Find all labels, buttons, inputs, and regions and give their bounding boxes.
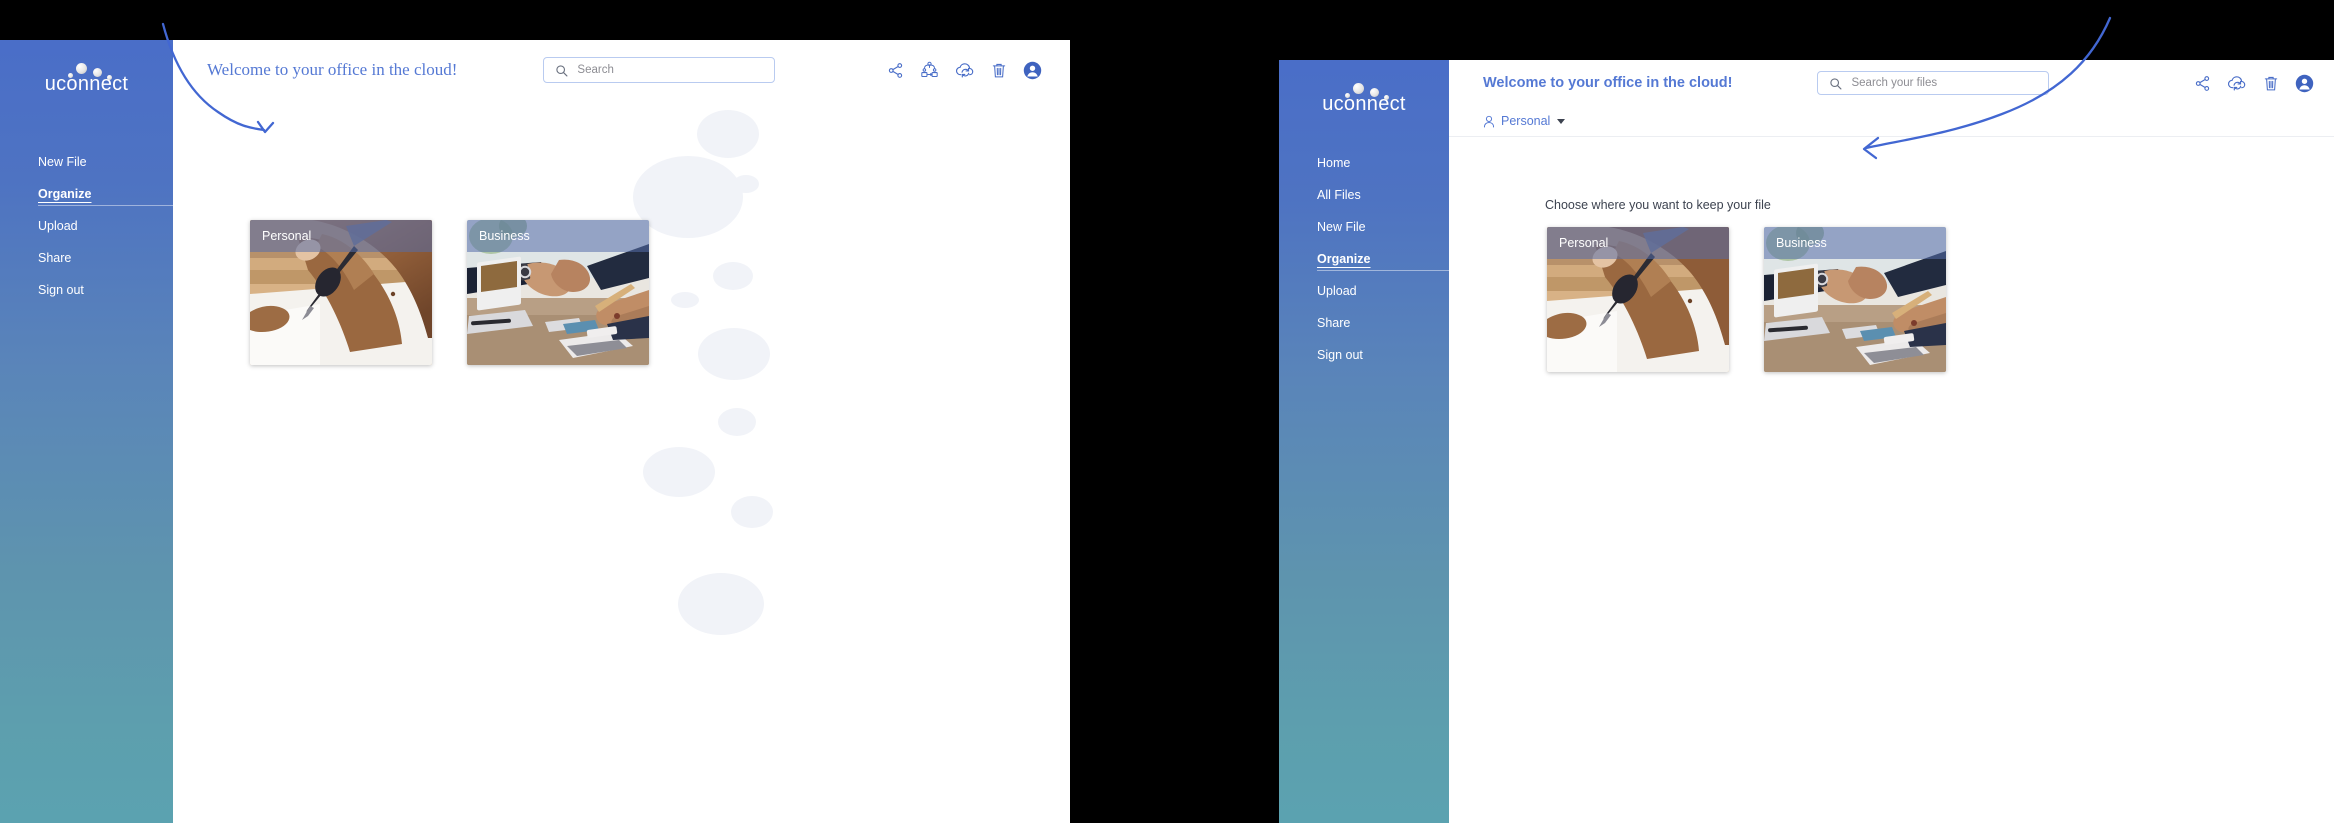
app-window-after: uconnect Home All Files New File Organiz… <box>1279 60 2334 823</box>
cloud-sync-icon[interactable] <box>955 62 975 79</box>
sidebar-item-upload[interactable]: Upload <box>1279 282 1449 302</box>
chevron-down-icon[interactable] <box>1557 118 1566 124</box>
share-icon[interactable] <box>2194 75 2211 92</box>
prompt-message: Choose where you want to keep your file <box>1545 198 1771 212</box>
trash-icon[interactable] <box>991 62 1007 79</box>
org-chart-icon[interactable] <box>920 61 939 79</box>
card-title-personal: Personal <box>262 229 312 243</box>
topbar-right: Welcome to your office in the cloud! Sea… <box>1449 60 2334 106</box>
search-input-right[interactable]: Search your files <box>1817 71 2050 95</box>
avatar-icon[interactable] <box>2295 74 2314 93</box>
sidebar-item-organize[interactable]: Organize <box>1279 250 1449 270</box>
main-left: Welcome to your office in the cloud! Sea… <box>173 40 1070 823</box>
decorative-bubbles <box>173 40 1070 823</box>
sidebar-item-share[interactable]: Share <box>0 249 173 269</box>
breadcrumb-label: Personal <box>1501 114 1551 128</box>
toolbar-icons-right <box>2194 74 2320 93</box>
main-right: Welcome to your office in the cloud! Sea… <box>1449 60 2334 823</box>
sidebar-item-new-file[interactable]: New File <box>0 153 173 173</box>
sidebar-item-sign-out[interactable]: Sign out <box>0 281 173 301</box>
search-placeholder-right: Search your files <box>1851 77 1938 89</box>
sidebar-item-share[interactable]: Share <box>1279 314 1449 334</box>
card-personal-left[interactable]: Personal <box>250 220 432 365</box>
card-banner-personal: Personal <box>250 220 432 252</box>
welcome-title-right: Welcome to your office in the cloud! <box>1483 75 1733 91</box>
card-banner-personal: Personal <box>1547 227 1729 259</box>
search-icon <box>1829 77 1842 90</box>
sidebar-nav-right: Home All Files New File Organize Upload … <box>1279 154 1449 366</box>
sidebar-right: uconnect Home All Files New File Organiz… <box>1279 60 1449 823</box>
sidebar-item-organize[interactable]: Organize <box>0 185 173 205</box>
card-business-right[interactable]: Business <box>1764 227 1946 372</box>
trash-icon[interactable] <box>2263 75 2279 92</box>
search-icon <box>555 64 568 77</box>
sidebar-item-all-files[interactable]: All Files <box>1279 186 1449 206</box>
cloud-sync-icon[interactable] <box>2227 75 2247 92</box>
avatar-icon[interactable] <box>1023 61 1042 80</box>
card-business-left[interactable]: Business <box>467 220 649 365</box>
toolbar-icons-left <box>887 61 1052 80</box>
topbar-left: Welcome to your office in the cloud! Sea… <box>173 40 1070 100</box>
sidebar-item-home[interactable]: Home <box>1279 154 1449 174</box>
logo-dots-icon <box>1318 82 1410 100</box>
sidebar-item-upload[interactable]: Upload <box>0 217 173 237</box>
card-title-business: Business <box>479 229 530 243</box>
card-title-business: Business <box>1776 236 1827 250</box>
sidebar-item-new-file[interactable]: New File <box>1279 218 1449 238</box>
brand-logo[interactable]: uconnect <box>0 40 173 95</box>
logo-dots-icon <box>41 62 133 80</box>
destination-cards-left: Personal Business <box>250 220 649 365</box>
person-icon <box>1483 115 1495 128</box>
share-icon[interactable] <box>887 62 904 79</box>
breadcrumb[interactable]: Personal <box>1449 106 2334 137</box>
sidebar-item-sign-out[interactable]: Sign out <box>1279 346 1449 366</box>
destination-cards-right: Personal Business <box>1547 227 1946 372</box>
sidebar-left: uconnect New File Organize Upload Share … <box>0 40 173 823</box>
sidebar-nav-left: New File Organize Upload Share Sign out <box>0 153 173 301</box>
search-input-left[interactable]: Search <box>543 57 776 83</box>
brand-logo-right[interactable]: uconnect <box>1279 60 1449 115</box>
card-banner-business: Business <box>467 220 649 252</box>
card-personal-right[interactable]: Personal <box>1547 227 1729 372</box>
welcome-title-left: Welcome to your office in the cloud! <box>207 60 458 79</box>
card-banner-business: Business <box>1764 227 1946 259</box>
search-placeholder-left: Search <box>577 64 614 76</box>
app-window-before: uconnect New File Organize Upload Share … <box>0 40 1070 823</box>
card-title-personal: Personal <box>1559 236 1609 250</box>
